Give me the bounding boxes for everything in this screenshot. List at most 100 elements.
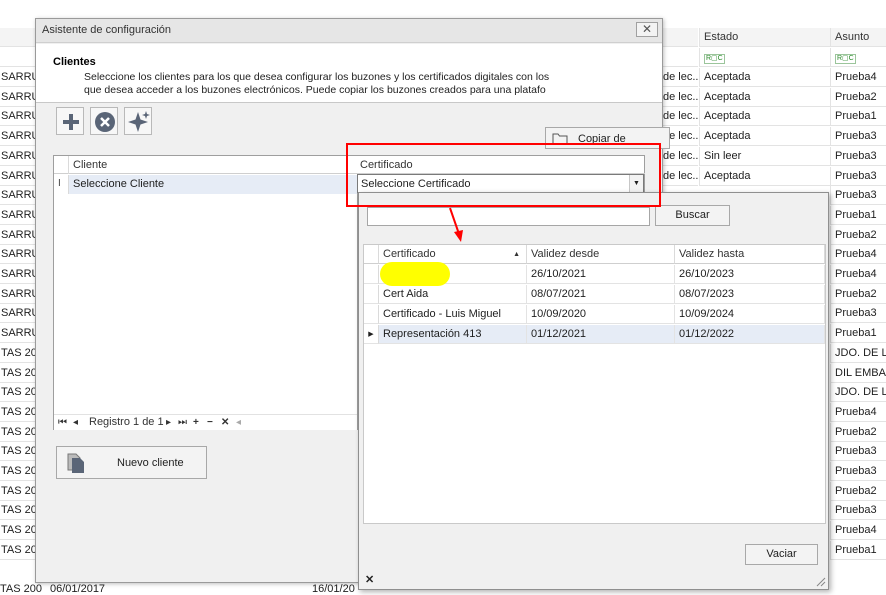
row-selector[interactable] [54, 175, 69, 194]
bg-cell-left[interactable]: SARRU [0, 285, 36, 304]
bg-cell-mid[interactable]: de lec... [660, 68, 698, 87]
bg-cell-mid[interactable]: de lec... [660, 87, 698, 107]
bg-header-asunto[interactable]: Asunto [830, 28, 886, 47]
cell-certificado[interactable]: Certificado - Luis Miguel [379, 305, 527, 324]
next-record-icon[interactable]: ▸ [166, 417, 171, 428]
bg-cell-left[interactable]: TAS 200 [0, 423, 36, 442]
delete-record-icon[interactable]: ✕ [221, 417, 229, 428]
bg-cell-asunto[interactable]: Prueba3 [830, 462, 886, 481]
bg-cell-left[interactable]: TAS 200 [0, 442, 36, 462]
bg-cell-asunto[interactable]: Prueba2 [830, 87, 886, 107]
bg-cell-estado[interactable]: Aceptada [699, 68, 830, 87]
close-button[interactable]: ✕ [636, 22, 658, 37]
bg-cell-asunto[interactable]: Prueba2 [830, 284, 886, 304]
bg-cell-left[interactable]: SARRU [0, 68, 36, 87]
bg-cell-left[interactable]: SARRU [0, 265, 36, 284]
filter-icon[interactable]: R▢C [835, 54, 856, 64]
column-header-cliente[interactable]: Cliente [73, 159, 107, 171]
bg-cell-asunto[interactable]: Prueba1 [830, 540, 886, 560]
bg-cell-left[interactable]: TAS 200 [0, 541, 36, 560]
search-input[interactable] [367, 207, 650, 226]
add-client-button[interactable] [56, 107, 84, 135]
new-client-button[interactable]: Nuevo cliente [56, 446, 207, 479]
bg-cell-left[interactable]: TAS 200 [0, 462, 36, 481]
bg-cell-estado[interactable]: Aceptada [699, 166, 830, 186]
row-selector[interactable] [364, 285, 379, 304]
bg-cell-left[interactable]: SARRU [0, 88, 36, 107]
scroll-left-icon[interactable]: ◂ [236, 417, 241, 428]
resize-grip-icon[interactable] [816, 577, 826, 587]
bg-cell-asunto[interactable]: Prueba4 [830, 245, 886, 265]
dialog-title-bar[interactable]: Asistente de configuración ✕ [36, 19, 662, 43]
cell-validez-hasta[interactable]: 10/09/2024 [675, 305, 825, 324]
bg-cell-left[interactable]: TAS 200 [0, 482, 36, 501]
bg-cell-left[interactable]: SARRU [0, 147, 36, 166]
bg-cell-left[interactable]: SARRU [0, 324, 36, 344]
bg-cell-asunto[interactable]: Prueba4 [830, 402, 886, 422]
bg-cell-asunto[interactable]: JDO. DE LO [830, 383, 886, 403]
bg-cell-mid[interactable]: de lec... [660, 166, 698, 186]
bg-cell-left[interactable]: SARRU [0, 107, 36, 127]
bg-cell-left[interactable]: TAS 200 [0, 521, 36, 541]
bg-cell-asunto[interactable]: Prueba3 [830, 146, 886, 166]
filter-icon[interactable]: R▢C [704, 54, 725, 64]
row-selector[interactable] [364, 305, 379, 324]
bg-cell-asunto[interactable]: Prueba4 [830, 68, 886, 87]
bg-cell-left[interactable]: SARRU [0, 226, 36, 245]
column-header-validez-desde[interactable]: Validez desde [527, 245, 675, 264]
cell-validez-hasta[interactable]: 26/10/2023 [675, 265, 825, 284]
bg-filter-estado[interactable]: R▢C [699, 48, 830, 67]
bg-cell-left[interactable]: TAS 200 [0, 383, 36, 403]
bg-filter-asunto[interactable]: R▢C [830, 48, 886, 67]
row-selector[interactable] [364, 265, 379, 284]
first-record-icon[interactable]: ⏮ [58, 417, 67, 428]
auto-config-button[interactable] [124, 107, 152, 135]
search-button[interactable]: Buscar [655, 205, 730, 226]
bg-cell-asunto[interactable]: Prueba1 [830, 107, 886, 127]
bg-cell-estado[interactable]: Aceptada [699, 107, 830, 127]
bg-cell-asunto[interactable]: Prueba2 [830, 481, 886, 501]
remove-client-button[interactable] [90, 107, 118, 135]
bg-cell-estado[interactable]: Sin leer [699, 146, 830, 166]
bg-header-estado[interactable]: Estado [699, 28, 830, 47]
bg-cell-left[interactable]: SARRU [0, 167, 36, 186]
cell-validez-desde[interactable]: 01/12/2021 [527, 325, 675, 344]
table-row[interactable]: I Seleccione Cliente [54, 175, 357, 194]
bg-cell-left[interactable]: SARRU [0, 127, 36, 147]
cell-certificado[interactable]: Cert Aida [379, 285, 527, 304]
bg-cell-left[interactable]: TAS 200 [0, 501, 36, 521]
bg-cell-asunto[interactable]: JDO. DE LO [830, 343, 886, 363]
column-header-validez-hasta[interactable]: Validez hasta [675, 245, 825, 264]
bg-cell-asunto[interactable]: Prueba3 [830, 186, 886, 206]
bg-cell-estado[interactable]: Aceptada [699, 87, 830, 107]
bg-cell-asunto[interactable]: Prueba1 [830, 205, 886, 225]
bg-cell-left[interactable]: TAS 200 [0, 403, 36, 422]
bg-cell-left[interactable]: SARRU [0, 304, 36, 324]
bg-cell-asunto[interactable]: Prueba3 [830, 166, 886, 186]
bg-cell-asunto[interactable]: Prueba2 [830, 225, 886, 245]
bg-cell-asunto[interactable]: Prueba4 [830, 265, 886, 284]
cliente-cell[interactable]: Seleccione Cliente [73, 178, 164, 190]
cell-validez-hasta[interactable]: 08/07/2023 [675, 285, 825, 304]
bg-cell-asunto[interactable]: DIL EMBAR [830, 363, 886, 383]
row-selector-active[interactable]: ▶ [364, 325, 379, 344]
bg-cell-mid[interactable]: de lec... [660, 107, 698, 127]
cell-validez-hasta[interactable]: 01/12/2022 [675, 325, 825, 344]
clear-button[interactable]: Vaciar [745, 544, 818, 565]
bg-cell-asunto[interactable]: Prueba2 [830, 422, 886, 442]
cell-validez-desde[interactable]: 08/07/2021 [527, 285, 675, 304]
bg-cell-asunto[interactable]: Prueba4 [830, 521, 886, 541]
bg-cell-left[interactable]: TAS 200 [0, 344, 36, 363]
bg-cell-asunto[interactable]: Prueba3 [830, 501, 886, 521]
remove-record-icon[interactable]: − [207, 417, 213, 428]
bg-cell-left[interactable]: SARRU [0, 245, 36, 265]
prev-record-icon[interactable]: ◂ [73, 417, 78, 428]
bg-cell-asunto[interactable]: Prueba3 [830, 304, 886, 324]
bg-cell-estado[interactable]: Aceptada [699, 127, 830, 147]
bg-cell-left[interactable]: SARRU [0, 186, 36, 206]
add-record-icon[interactable]: + [193, 417, 199, 428]
bg-cell-left[interactable]: TAS 200 [0, 364, 36, 383]
last-record-icon[interactable]: ⏭ [178, 417, 187, 428]
cell-validez-desde[interactable]: 26/10/2021 [527, 265, 675, 284]
cell-certificado[interactable]: Representación 413 [379, 325, 527, 344]
